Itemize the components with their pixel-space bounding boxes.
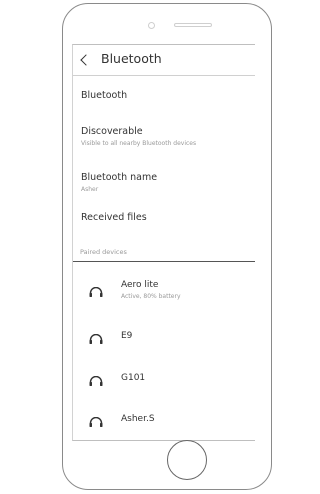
device-name: E9 [121,331,133,341]
home-button[interactable] [167,440,207,480]
headphones-icon [89,287,103,297]
headphones-icon [89,417,103,427]
phone-screen: Bluetooth Bluetooth Discoverable Visible… [72,44,255,441]
speaker-grille [174,23,212,27]
setting-discoverable[interactable]: Discoverable Visible to all nearby Bluet… [81,126,255,148]
setting-subtitle: Visible to all nearby Bluetooth devices [81,140,197,147]
headphones-icon [89,376,103,386]
app-bar: Bluetooth [73,45,255,76]
device-name: Aero lite [121,280,159,290]
device-item-asher-s[interactable]: Asher.S [73,404,255,440]
setting-title: Bluetooth name [81,172,158,183]
setting-received-files[interactable]: Received files [81,212,255,224]
setting-title: Received files [81,212,147,223]
setting-title: Bluetooth [81,90,128,101]
device-status: Active, 80% battery [121,293,181,300]
device-item-e9[interactable]: E9 [73,321,255,361]
device-item-g101[interactable]: G101 [73,363,255,403]
device-name: G101 [121,373,146,383]
page-title: Bluetooth [101,51,162,66]
setting-bluetooth[interactable]: Bluetooth [81,90,255,102]
camera-dot [148,22,155,29]
setting-subtitle: Asher [81,186,99,193]
setting-bluetooth-name[interactable]: Bluetooth name Asher [81,172,255,194]
device-item-aero-lite[interactable]: Aero lite Active, 80% battery [73,273,255,313]
paired-devices-header: Paired devices [80,248,127,256]
setting-title: Discoverable [81,126,143,137]
device-name: Asher.S [121,414,155,424]
back-arrow-icon[interactable] [80,54,92,66]
headphones-icon [89,334,103,344]
section-divider [73,261,255,262]
